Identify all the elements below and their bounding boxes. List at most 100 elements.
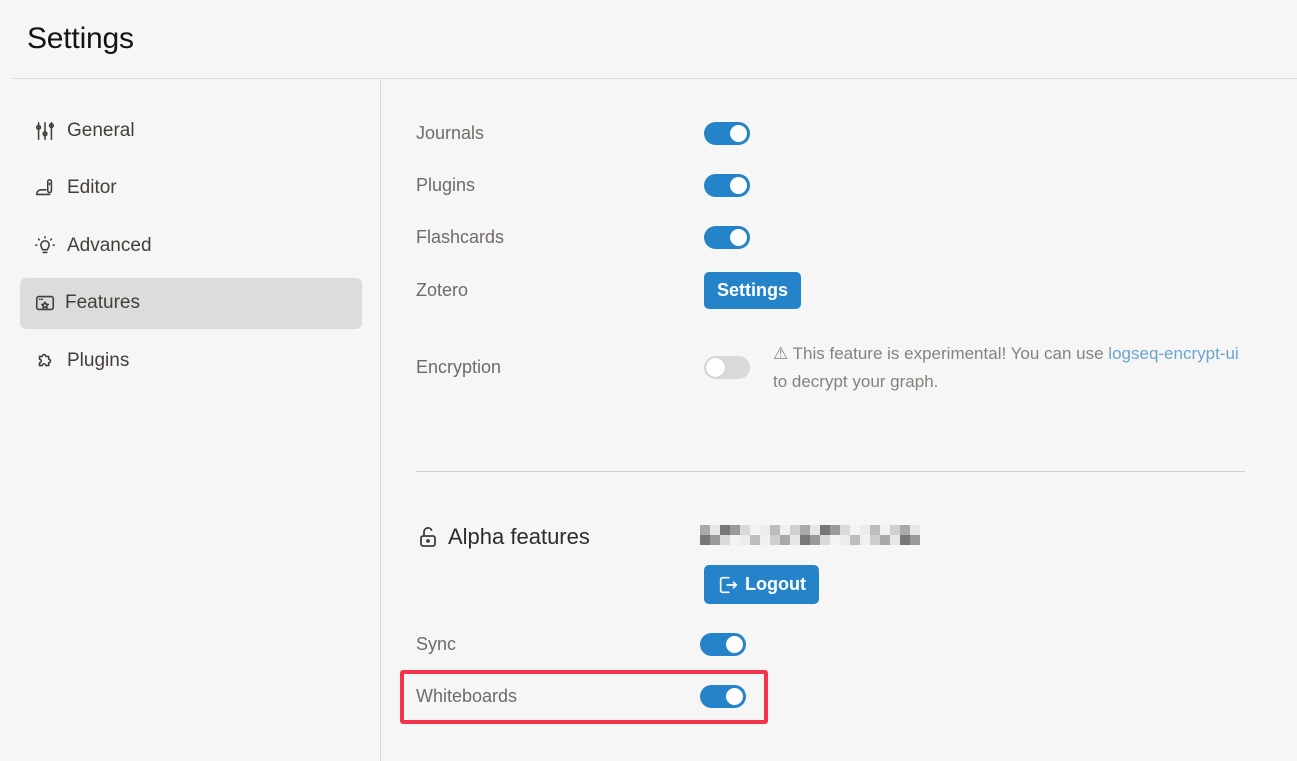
redaction-pixel xyxy=(840,525,850,535)
zotero-label: Zotero xyxy=(416,280,469,300)
redaction-pixel xyxy=(800,525,810,535)
alpha-features-heading: Alpha features xyxy=(416,524,590,550)
sidebar-item-advanced[interactable]: Advanced xyxy=(20,220,362,271)
page-title: Settings xyxy=(27,22,134,55)
redaction-pixel xyxy=(840,535,850,545)
sliders-icon xyxy=(34,120,56,142)
logout-button[interactable]: Logout xyxy=(704,565,819,604)
sidebar-item-label: Plugins xyxy=(67,349,130,371)
toggle-knob xyxy=(706,358,725,377)
redaction-pixel xyxy=(820,525,830,535)
sidebar: General Editor Advanced Features Plugins xyxy=(20,105,362,393)
redaction-pixel xyxy=(750,535,760,545)
toggle-knob xyxy=(730,229,747,246)
alpha-features-title: Alpha features xyxy=(448,524,590,549)
feature-row-zotero: Zotero Settings xyxy=(416,272,802,309)
redaction-pixel xyxy=(890,525,900,535)
encryption-note-suffix: to decrypt your graph. xyxy=(773,372,939,391)
flashcards-toggle[interactable] xyxy=(704,226,750,249)
encryption-toggle[interactable] xyxy=(704,356,750,379)
feature-row-journals: Journals xyxy=(416,122,750,145)
feature-row-encryption: Encryption xyxy=(416,356,750,379)
sidebar-divider xyxy=(380,79,381,761)
redaction-pixel xyxy=(710,535,720,545)
redaction-pixel xyxy=(740,525,750,535)
logseq-encrypt-ui-link[interactable]: logseq-encrypt-ui xyxy=(1108,344,1238,363)
redaction-pixel xyxy=(830,535,840,545)
redaction-pixel xyxy=(800,535,810,545)
redaction-pixel xyxy=(720,535,730,545)
redaction-pixel xyxy=(910,525,920,535)
puzzle-icon xyxy=(34,350,56,372)
redaction-pixel xyxy=(900,525,910,535)
sidebar-item-general[interactable]: General xyxy=(20,105,362,156)
zotero-settings-button[interactable]: Settings xyxy=(704,272,802,309)
redaction-pixel xyxy=(750,525,760,535)
feature-row-sync: Sync xyxy=(416,633,746,656)
header: Settings xyxy=(0,0,1297,79)
encryption-note: ⚠ This feature is experimental! You can … xyxy=(773,340,1243,396)
redaction-pixel xyxy=(880,535,890,545)
sidebar-item-label: General xyxy=(67,119,135,141)
redaction-pixel xyxy=(790,535,800,545)
editor-icon xyxy=(34,177,56,199)
encryption-label: Encryption xyxy=(416,357,502,377)
redaction-pixel xyxy=(860,535,870,545)
redaction-pixel xyxy=(700,525,710,535)
lightbulb-icon xyxy=(34,235,56,257)
feature-row-plugins: Plugins xyxy=(416,174,750,197)
sidebar-item-plugins[interactable]: Plugins xyxy=(20,335,362,386)
toggle-knob xyxy=(730,125,747,142)
redaction-pixel xyxy=(820,535,830,545)
redaction-pixel xyxy=(890,535,900,545)
redaction-pixel xyxy=(830,525,840,535)
redaction-pixel xyxy=(850,535,860,545)
redaction-pixel xyxy=(910,535,920,545)
header-divider xyxy=(12,78,1297,79)
redaction-pixel xyxy=(770,525,780,535)
redaction-pixel xyxy=(720,525,730,535)
whiteboards-highlight-box xyxy=(400,670,768,724)
sidebar-item-editor[interactable]: Editor xyxy=(20,163,362,214)
redaction-pixel xyxy=(780,535,790,545)
plugins-toggle[interactable] xyxy=(704,174,750,197)
encryption-note-text: ⚠ This feature is experimental! You can … xyxy=(773,344,1109,363)
journals-toggle[interactable] xyxy=(704,122,750,145)
logout-row: Logout xyxy=(704,565,819,604)
redaction-pixel xyxy=(760,535,770,545)
sync-label: Sync xyxy=(416,634,457,654)
sidebar-item-features[interactable]: Features xyxy=(20,277,362,329)
redaction-pixel xyxy=(870,525,880,535)
redaction-pixel xyxy=(790,525,800,535)
redaction-pixel xyxy=(780,525,790,535)
logout-icon xyxy=(719,576,738,593)
flashcards-label: Flashcards xyxy=(416,227,505,247)
redaction-pixel xyxy=(900,535,910,545)
logout-label: Logout xyxy=(745,574,806,594)
unlock-icon xyxy=(420,527,436,547)
redacted-account xyxy=(700,525,922,547)
section-divider xyxy=(416,471,1245,472)
redaction-pixel xyxy=(730,525,740,535)
redaction-pixel xyxy=(740,535,750,545)
redaction-pixel xyxy=(730,535,740,545)
redaction-pixel xyxy=(810,535,820,545)
redaction-pixel xyxy=(810,525,820,535)
redaction-pixel xyxy=(760,525,770,535)
features-icon xyxy=(34,292,56,314)
toggle-knob xyxy=(726,636,743,653)
journals-label: Journals xyxy=(416,123,485,143)
settings-page: Settings General Editor Advanced Feature… xyxy=(0,0,1297,761)
sidebar-item-label: Editor xyxy=(67,177,117,198)
sidebar-item-label: Features xyxy=(65,292,140,313)
feature-row-flashcards: Flashcards xyxy=(416,226,750,249)
redaction-pixel xyxy=(870,535,880,545)
redaction-pixel xyxy=(850,525,860,535)
toggle-knob xyxy=(730,177,747,194)
redaction-pixel xyxy=(700,535,710,545)
plugins-label: Plugins xyxy=(416,175,476,195)
redaction-pixel xyxy=(880,525,890,535)
sync-toggle[interactable] xyxy=(700,633,746,656)
redaction-pixel xyxy=(710,525,720,535)
redaction-pixel xyxy=(770,535,780,545)
